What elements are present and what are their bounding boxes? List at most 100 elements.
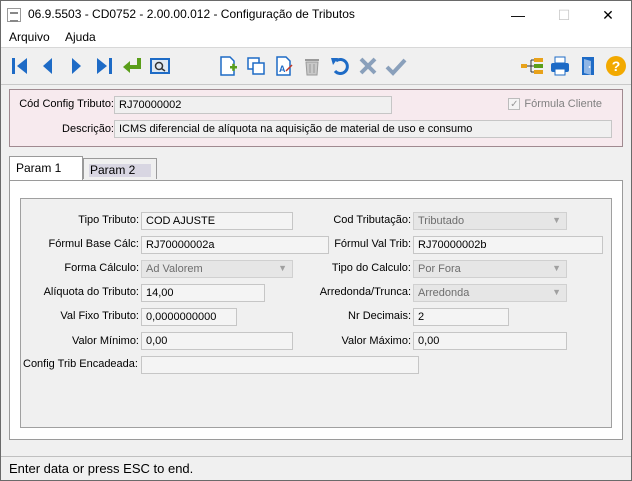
tab-label: Param 1 xyxy=(16,161,62,175)
valor-maximo-field[interactable]: 0,00 xyxy=(413,332,567,350)
valor-minimo-label: Valor Mínimo: xyxy=(71,335,139,347)
confirm-button[interactable] xyxy=(383,53,409,79)
chevron-down-icon: ▼ xyxy=(552,287,561,297)
chevron-down-icon: ▼ xyxy=(552,263,561,273)
cod-tributacao-value: Tributado xyxy=(418,215,465,227)
tipo-calculo-label: Tipo do Calculo: xyxy=(331,262,411,274)
window-title: 06.9.5503 - CD0752 - 2.00.00.012 - Confi… xyxy=(28,7,355,21)
app-icon xyxy=(7,8,21,22)
arredonda-select[interactable]: Arredonda ▼ xyxy=(413,284,567,302)
last-record-button[interactable] xyxy=(91,53,117,79)
tabs-area: Param 1 Param 2 Tipo Tributo: COD AJUSTE… xyxy=(9,156,623,440)
cod-config-label: Cód Config Tributo: xyxy=(19,98,114,110)
toolbar: A ? xyxy=(1,47,631,85)
forma-calculo-value: Ad Valorem xyxy=(146,263,203,275)
cancel-button[interactable] xyxy=(355,53,381,79)
help-icon: ? xyxy=(606,56,626,76)
arredonda-value: Arredonda xyxy=(418,287,470,299)
undo-button[interactable] xyxy=(327,53,353,79)
minimize-icon: — xyxy=(511,7,525,23)
tipo-calculo-select[interactable]: Por Fora ▼ xyxy=(413,260,567,278)
config-encadeada-field[interactable] xyxy=(141,356,419,374)
status-text: Enter data or press ESC to end. xyxy=(9,461,194,476)
formul-base-field[interactable]: RJ70000002a xyxy=(141,236,329,254)
print-button[interactable] xyxy=(547,53,573,79)
param-panel: Tipo Tributo: COD AJUSTE Cod Tributação:… xyxy=(20,198,612,428)
tab-label: Param 2 xyxy=(90,163,136,177)
close-icon: ✕ xyxy=(602,6,614,23)
aliquota-label: Alíquota do Tributo: xyxy=(43,286,139,298)
search-icon xyxy=(150,58,170,74)
tab-param-1[interactable]: Param 1 xyxy=(9,156,83,180)
close-button[interactable]: ✕ xyxy=(585,1,631,29)
first-record-icon xyxy=(12,58,27,74)
valor-minimo-field[interactable]: 0,00 xyxy=(141,332,293,350)
formula-cliente-checkbox[interactable]: ✓ Fórmula Cliente xyxy=(508,98,602,110)
previous-record-icon xyxy=(43,58,52,74)
tipo-tributo-field[interactable]: COD AJUSTE xyxy=(141,212,293,230)
new-record-button[interactable] xyxy=(215,53,241,79)
confirm-icon xyxy=(385,58,407,76)
print-icon xyxy=(551,56,569,76)
arredonda-label: Arredonda/Trunca: xyxy=(319,286,411,298)
cod-tributacao-label: Cod Tributação: xyxy=(333,214,411,226)
help-button[interactable]: ? xyxy=(603,53,629,79)
next-record-icon xyxy=(72,58,81,74)
val-fixo-label: Val Fixo Tributo: xyxy=(60,310,139,322)
menu-arquivo[interactable]: Arquivo xyxy=(9,30,50,44)
valor-maximo-label: Valor Máximo: xyxy=(341,335,411,347)
formul-val-label: Fórmul Val Trib: xyxy=(334,238,411,250)
previous-record-button[interactable] xyxy=(35,53,61,79)
cod-config-field[interactable]: RJ70000002 xyxy=(114,96,392,114)
formul-base-label: Fórmul Base Cálc: xyxy=(48,238,139,250)
maximize-icon: ☐ xyxy=(557,6,571,23)
status-bar: Enter data or press ESC to end. xyxy=(1,456,631,480)
tree-icon xyxy=(521,58,543,74)
main-window: 06.9.5503 - CD0752 - 2.00.00.012 - Confi… xyxy=(0,0,632,481)
delete-button[interactable] xyxy=(299,53,325,79)
nr-decimais-field[interactable]: 2 xyxy=(413,308,509,326)
cod-tributacao-select[interactable]: Tributado ▼ xyxy=(413,212,567,230)
nr-decimais-label: Nr Decimais: xyxy=(348,310,411,322)
return-icon xyxy=(123,58,141,73)
next-record-button[interactable] xyxy=(63,53,89,79)
formul-val-field[interactable]: RJ70000002b xyxy=(413,236,603,254)
chevron-down-icon: ▼ xyxy=(278,263,287,273)
return-button[interactable] xyxy=(119,53,145,79)
header-panel: Cód Config Tributo: RJ70000002 ✓ Fórmula… xyxy=(9,89,623,147)
delete-icon xyxy=(305,59,319,76)
tab-param-2[interactable]: Param 2 xyxy=(83,158,157,179)
edit-text-button[interactable]: A xyxy=(271,53,297,79)
menu-bar: Arquivo Ajuda xyxy=(1,29,631,47)
svg-text:?: ? xyxy=(612,58,621,74)
forma-calculo-label: Forma Cálculo: xyxy=(64,262,139,274)
tree-button[interactable] xyxy=(519,53,545,79)
svg-text:A: A xyxy=(279,64,286,74)
first-record-button[interactable] xyxy=(7,53,33,79)
cancel-icon xyxy=(359,57,377,75)
tab-panel-param-1: Tipo Tributo: COD AJUSTE Cod Tributação:… xyxy=(9,180,623,440)
chevron-down-icon: ▼ xyxy=(552,215,561,225)
undo-icon xyxy=(331,58,349,75)
maximize-button[interactable]: ☐ xyxy=(541,1,587,29)
tipo-calculo-value: Por Fora xyxy=(418,263,461,275)
aliquota-field[interactable]: 14,00 xyxy=(141,284,265,302)
menu-ajuda[interactable]: Ajuda xyxy=(65,30,96,44)
config-encadeada-label: Config Trib Encadeada: xyxy=(23,358,138,370)
last-record-icon xyxy=(97,58,112,74)
minimize-button[interactable]: — xyxy=(495,1,541,29)
edit-text-icon: A xyxy=(276,56,293,76)
forma-calculo-select[interactable]: Ad Valorem ▼ xyxy=(141,260,293,278)
checkbox-check-icon: ✓ xyxy=(508,98,521,110)
val-fixo-field[interactable]: 0,0000000000 xyxy=(141,308,237,326)
formula-cliente-label: Fórmula Cliente xyxy=(524,98,602,110)
descricao-field[interactable]: ICMS diferencial de alíquota na aquisiçã… xyxy=(114,120,612,138)
descricao-label: Descrição: xyxy=(62,123,114,135)
copy-record-icon xyxy=(247,57,265,75)
search-button[interactable] xyxy=(147,53,173,79)
copy-record-button[interactable] xyxy=(243,53,269,79)
title-bar: 06.9.5503 - CD0752 - 2.00.00.012 - Confi… xyxy=(1,1,631,29)
exit-icon xyxy=(582,57,594,75)
new-record-icon xyxy=(220,56,237,76)
exit-button[interactable] xyxy=(575,53,601,79)
